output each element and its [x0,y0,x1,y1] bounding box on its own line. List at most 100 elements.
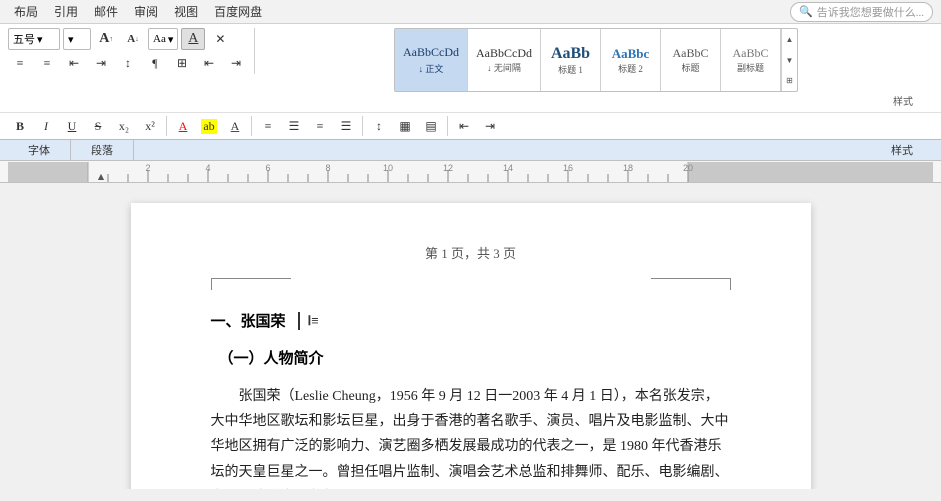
document-area: 第 1 页，共 3 页 一、张国荣 Ⅰ≡ （一）人物简介 张国荣（Leslie … [0,183,941,489]
subscript-btn[interactable]: x₂ [112,115,136,137]
svg-text:14: 14 [503,163,513,173]
document-page: 第 1 页，共 3 页 一、张国荣 Ⅰ≡ （一）人物简介 张国荣（Leslie … [131,203,811,489]
section-expand-icon: ⊞ [177,56,187,71]
menu-bar: 布局 引用 邮件 审阅 视图 百度网盘 🔍 告诉我您想要做什么... [0,0,941,24]
indent-right3-icon: ⇥ [485,119,495,134]
svg-text:2: 2 [145,163,150,173]
svg-text:6: 6 [265,163,270,173]
svg-text:18: 18 [623,163,633,173]
sort-icon: ↕ [125,56,131,71]
header-right-bracket [651,278,731,290]
show-marks-btn[interactable]: ¶ [143,52,167,74]
style-fubiaoti[interactable]: AaBbC 副标题 [721,29,781,91]
doc-paragraph: 张国荣（Leslie Cheung，1956 年 9 月 12 日一2003 年… [211,384,731,489]
indent-left3-btn[interactable]: ⇤ [452,115,476,137]
list-numbers-btn[interactable]: ≡ [35,52,59,74]
indent-increase-btn[interactable]: ⇥ [89,52,113,74]
indent-decrease-icon: ⇤ [69,56,79,71]
style-wujiangerge[interactable]: AaBbCcDd ↓ 无间隔 [468,29,541,91]
line-spacing-btn[interactable]: ↕ [367,115,391,137]
svg-text:12: 12 [443,163,453,173]
style-scroll-down[interactable]: ▼ [782,50,797,71]
italic-btn[interactable]: I [34,115,58,137]
shading-btn[interactable]: ▤ [419,115,443,137]
search-box[interactable]: 🔍 告诉我您想要做什么... [790,2,933,22]
font-name-chevron: ▾ [37,33,43,46]
highlight-btn[interactable]: ab [197,115,221,137]
indent-left3-icon: ⇤ [459,119,469,134]
line-spacing-icon: ↕ [376,119,382,134]
page-header-decoration [211,278,731,290]
font-size-dropdown[interactable]: ▾ [63,28,91,50]
strikethrough-btn[interactable]: S [86,115,110,137]
toolbar-row2: B I U S x₂ x² A ab A ≡ ☰ ≡ ☰ ↕ ▦ ▤ ⇤ ⇥ [0,112,941,139]
font-name-dropdown[interactable]: 五号 ▾ [8,28,60,50]
svg-text:8: 8 [325,163,330,173]
underline-icon: U [68,119,77,134]
underline-btn[interactable]: U [60,115,84,137]
bold-btn[interactable]: B [8,115,32,137]
align-left-btn[interactable]: ≡ [256,115,280,137]
svg-text:4: 4 [205,163,210,173]
menu-yinyong[interactable]: 引用 [48,1,84,22]
style-scroll-expand[interactable]: ⊞ [782,70,797,91]
border-icon: ▦ [399,119,410,134]
list-bullets-icon: ≡ [17,56,24,71]
menu-youjian[interactable]: 邮件 [88,1,124,22]
search-icon: 🔍 [799,5,813,18]
indent-right2-btn[interactable]: ⇥ [224,52,248,74]
font-aa-chevron: ▾ [168,33,174,46]
align-center-btn[interactable]: ☰ [282,115,306,137]
section-duanluo: 段落 [71,140,134,160]
menu-shenyue[interactable]: 审阅 [128,1,164,22]
style-biaoti1[interactable]: AaBb 标题 1 [541,29,601,91]
clear-format-icon: ✕ [215,32,225,47]
sort-btn[interactable]: ↕ [116,52,140,74]
text-cursor [298,312,300,330]
bold-icon: B [16,119,24,134]
justify-btn[interactable]: ☰ [334,115,358,137]
style-gallery-scroll: ▲ ▼ ⊞ [781,29,797,91]
style-zhengwen-preview: AaBbCcDd [403,45,459,60]
font-aa-dropdown[interactable]: Aa ▾ [148,28,178,50]
shading-icon: ▤ [425,119,436,134]
header-left-bracket [211,278,291,290]
align-right-icon: ≡ [317,119,324,134]
style-biaoti[interactable]: AaBbC 标题 [661,29,721,91]
sep2 [251,116,252,136]
align-right-btn[interactable]: ≡ [308,115,332,137]
list-bullets-btn[interactable]: ≡ [8,52,32,74]
indent-right3-btn[interactable]: ⇥ [478,115,502,137]
style-biaoti2[interactable]: AaBbc 标题 2 [601,29,661,91]
sep3 [362,116,363,136]
toolbar-area: 五号 ▾ ▾ A↑ A↓ Aa ▾ A ✕ [0,24,941,140]
font-a-icon: A [188,31,198,47]
font-grow-btn[interactable]: A↑ [94,28,118,50]
font-shrink-btn[interactable]: A↓ [121,28,145,50]
list-numbers-icon: ≡ [44,56,51,71]
font-size-label: ▾ [68,33,74,46]
font-A-btn[interactable]: A [181,28,205,50]
section-yangshi: 样式 [871,140,933,160]
style-biaoti2-preview: AaBbc [612,46,650,62]
font-color-btn[interactable]: A [171,115,195,137]
strikethrough-icon: S [95,119,102,134]
section-expand-btn[interactable]: ⊞ [170,52,194,74]
superscript-btn[interactable]: x² [138,115,162,137]
menu-baiduyunpan[interactable]: 百度网盘 [208,1,268,22]
indent-decrease-btn[interactable]: ⇤ [62,52,86,74]
indent-left2-btn[interactable]: ⇤ [197,52,221,74]
page-number: 第 1 页，共 3 页 [211,243,731,262]
menu-buju[interactable]: 布局 [8,1,44,22]
doc-heading1: 一、张国荣 Ⅰ≡ [211,310,731,331]
align-center-icon: ☰ [289,119,300,134]
clear-format-btn[interactable]: ✕ [208,28,232,50]
style-scroll-up[interactable]: ▲ [782,29,797,50]
border-btn[interactable]: ▦ [393,115,417,137]
font-aa-label: Aa [153,33,166,45]
section-bar: 字体 段落 样式 [0,140,941,161]
font-color2-btn[interactable]: A [223,115,247,137]
menu-shitu[interactable]: 视图 [168,1,204,22]
style-biaoti1-preview: AaBb [551,45,590,63]
style-zhengwen[interactable]: AaBbCcDd ↓ 正文 [395,29,468,91]
